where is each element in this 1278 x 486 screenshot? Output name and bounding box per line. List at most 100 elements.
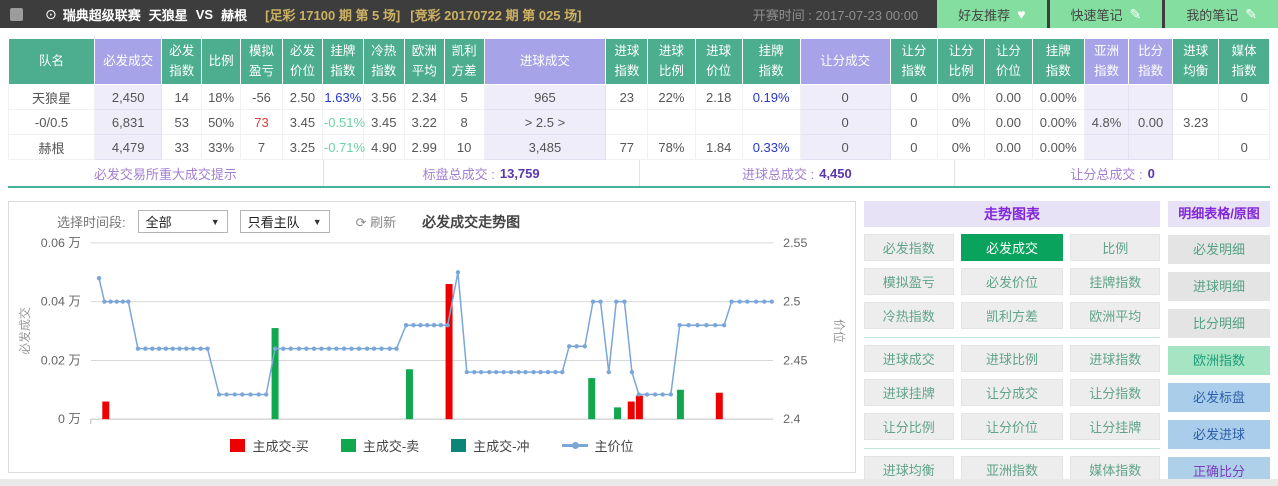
trend-chart-button[interactable]: 冷热指数 [864, 302, 954, 329]
trend-chart-button[interactable]: 让分比例 [864, 413, 954, 440]
detail-view-button[interactable]: 必发进球 [1168, 420, 1270, 449]
table-cell: 23 [605, 84, 649, 110]
table-cell: 22% [647, 84, 696, 110]
table-cell: 53 [161, 109, 203, 135]
match-header-bar: ⊙ 瑞典超级联赛 天狼星 VS 赫根 [足彩 17100 期 第 5 场] [竞… [0, 0, 1278, 28]
trend-chart-button[interactable]: 进球挂牌 [864, 379, 954, 406]
column-header: 比例 [201, 38, 242, 85]
legend-label: 主成交-卖 [362, 439, 420, 454]
volume-price-chart: 2.4 2.45 2.5 2.55 0 万 0.02 万 0.04 万 0.06 万必发成交 价… [18, 236, 846, 426]
summary-label: 标盘总成交 : [422, 166, 495, 182]
legend-label: 主价位 [594, 439, 634, 454]
trend-chart-button[interactable]: 模拟盈亏 [864, 268, 954, 295]
volume-bar-sell [405, 369, 413, 420]
table-cell [1128, 134, 1174, 160]
trend-buttons-panel: 走势图表 必发指数 必发成交 比例 模拟盈亏 必发价位 挂牌指数 冷热指数 凯利方差 欧洲平均进… [864, 201, 1160, 483]
column-header: 队名 [7, 38, 96, 85]
trend-chart-button[interactable]: 进球成交 [864, 345, 954, 372]
detail-view-button[interactable]: 进球明细 [1168, 272, 1270, 301]
table-cell: 2.34 [403, 84, 445, 110]
header-buttons: 好友推荐 ♥ 快速笔记 ✎ 我的笔记 ✎ [934, 0, 1278, 28]
volume-bar-sell [676, 389, 684, 420]
detail-view-button[interactable]: 比分明细 [1168, 309, 1270, 338]
summary-cell: 让分总成交 :0 [955, 160, 1270, 186]
group-divider [864, 448, 1160, 449]
svg-text:2.45: 2.45 [783, 353, 807, 367]
chart-controls: 选择时间段: 全部 ▼ 只看主队 ▼ ⟳ 刷新 必发成交走势图 [15, 206, 849, 235]
refresh-button[interactable]: ⟳ 刷新 [356, 212, 397, 231]
table-cell: 2.99 [403, 134, 445, 160]
trend-chart-button[interactable]: 必发价位 [960, 268, 1064, 295]
table-cell: 3.45 [282, 109, 323, 135]
column-header: 比分 指数 [1128, 38, 1174, 85]
trend-chart-button[interactable]: 挂牌指数 [1070, 268, 1160, 295]
detail-panel-title: 明细表格/原图 [1168, 201, 1270, 227]
time-range-select[interactable]: 全部 ▼ [137, 210, 228, 233]
volume-bar-buy [102, 401, 110, 420]
table-cell: 0 [799, 109, 891, 135]
trend-chart-button[interactable]: 比例 [1070, 234, 1160, 261]
quick-note-button[interactable]: 快速笔记 ✎ [1049, 0, 1163, 28]
trend-chart-button[interactable]: 进球比例 [960, 345, 1064, 372]
volume-bar-sell [614, 407, 622, 420]
table-cell: -56 [240, 84, 283, 110]
legend-swatch [230, 439, 246, 452]
table-row: 天狼星 2,450 14 18% -56 2.50 1.63% 3.56 2.34 5 965 23 2… [7, 84, 1270, 110]
detail-view-button[interactable]: 必发明细 [1168, 235, 1270, 264]
trend-chart-button[interactable]: 欧洲平均 [1070, 302, 1160, 329]
table-cell: 1.63% [321, 84, 364, 110]
trend-chart-button[interactable]: 让分价位 [960, 413, 1064, 440]
heart-icon: ♥ [1017, 6, 1026, 22]
my-note-button[interactable]: 我的笔记 ✎ [1165, 0, 1278, 28]
table-cell: 77 [605, 134, 649, 160]
svg-text:0 万: 0 万 [58, 412, 81, 426]
trend-chart-button[interactable]: 让分挂牌 [1070, 413, 1160, 440]
chart-title: 必发成交走势图 [422, 213, 521, 230]
trend-button-groups: 必发指数 必发成交 比例 模拟盈亏 必发价位 挂牌指数 冷热指数 凯利方差 欧洲平均 进球成交 进球… [864, 234, 1160, 483]
table-cell: 10 [443, 134, 485, 160]
trend-chart-button[interactable]: 让分成交 [960, 379, 1064, 406]
volume-bar-sell [271, 328, 279, 420]
table-cell [1172, 134, 1220, 160]
odds-table-wrap: 队名 必发成交 必发 指数 比例 模拟 盈亏 必发 价位 挂牌 指数 冷热 指数 欧洲 平均 凯利 方差 进球成交… [7, 38, 1270, 160]
table-cell [605, 109, 649, 135]
legend-line-icon [561, 442, 588, 449]
column-header: 必发成交 [94, 38, 163, 85]
table-cell: 0 [889, 84, 939, 110]
summary-row: 必发交易所重大成交提示 标盘总成交 :13,759 进球总成交 :4,450 让分总成… [8, 160, 1270, 188]
table-cell: 0 [799, 134, 891, 160]
table-cell [1218, 109, 1270, 135]
table-cell [1083, 84, 1130, 110]
table-cell: 0 [799, 84, 891, 110]
table-cell: 33% [201, 134, 242, 160]
table-cell: 3.56 [362, 84, 405, 110]
detail-view-button[interactable]: 必发标盘 [1168, 383, 1270, 412]
match-select-checkbox[interactable] [10, 7, 23, 21]
column-header: 模拟 盈亏 [240, 38, 283, 85]
column-header: 媒体 指数 [1218, 38, 1270, 85]
trend-chart-button[interactable]: 让分指数 [1070, 379, 1160, 406]
chevron-down-icon: ▼ [210, 216, 220, 227]
table-row: 赫根 4,479 33 33% 7 3.25 -0.71% 4.90 2.99 10 3,485 77… [7, 134, 1270, 160]
detail-view-button[interactable]: 欧洲指数 [1168, 346, 1270, 375]
column-header: 让分成交 [799, 38, 891, 85]
team-filter-select[interactable]: 只看主队 ▼ [239, 210, 330, 233]
table-cell: 4,479 [94, 134, 163, 160]
table-cell: 73 [240, 109, 283, 135]
table-cell: 78% [647, 134, 696, 160]
friend-recommend-button[interactable]: 好友推荐 ♥ [937, 0, 1047, 28]
bottom-strip [0, 479, 1278, 486]
trend-chart-button[interactable]: 凯利方差 [960, 302, 1064, 329]
detail-buttons-panel: 明细表格/原图 必发明细 进球明细 比分明细 欧洲指数 必发标盘 必发进球 正确比分 [1168, 201, 1270, 486]
trend-chart-button[interactable]: 必发成交 [960, 234, 1064, 261]
button-label: 快速笔记 [1070, 7, 1123, 23]
table-cell: 5 [443, 84, 485, 110]
volume-bar-buy [627, 401, 635, 420]
trend-chart-button[interactable]: 进球指数 [1070, 345, 1160, 372]
svg-text:2.55: 2.55 [783, 236, 807, 250]
column-header: 进球 均衡 [1172, 38, 1220, 85]
trend-chart-button[interactable]: 必发指数 [864, 234, 954, 261]
table-cell: 3.23 [1172, 109, 1220, 135]
table-cell: 2.18 [694, 84, 743, 110]
team-filter-value: 只看主队 [247, 215, 300, 230]
